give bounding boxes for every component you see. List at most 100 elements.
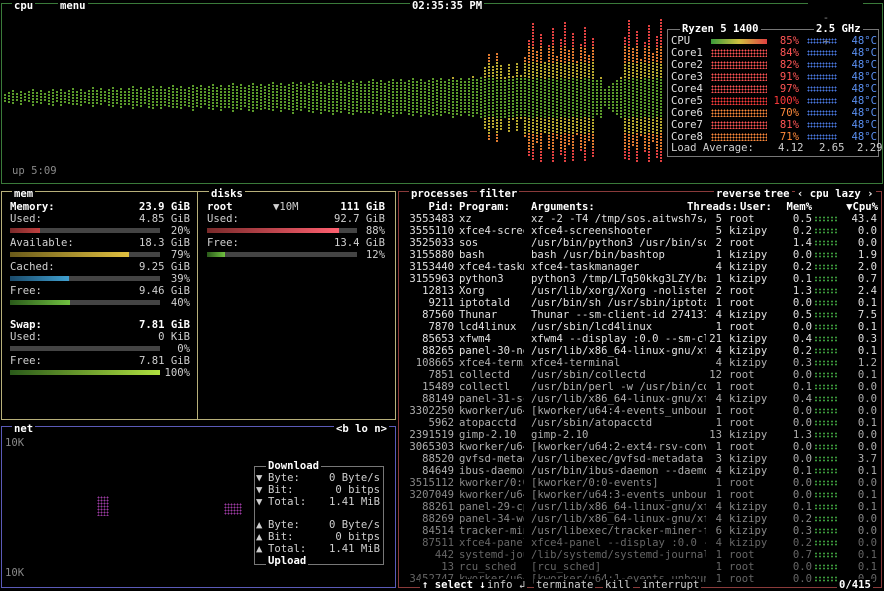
process-mem: 0.4 [792,333,812,345]
process-cpu: 0.1 [857,417,877,429]
core-name: Core7 [671,119,703,131]
process-row[interactable]: 5962 atopacctd/usr/sbin/atopacctd 1 root 0.0… [400,417,880,429]
process-row[interactable]: 87560 Thunar Thunar --sm-client-id 2741313… [400,309,880,321]
core-percent: 70% [779,107,799,119]
load-1: 4.12 [778,142,804,154]
process-threads: 1 [715,561,722,573]
process-row[interactable]: 84649 ibus-daemon/usr/bin/ibus-daemon --d… [400,465,880,477]
process-row[interactable]: 3155963 python3 python3 /tmp/LTq50kkg3LZY/… [400,273,880,285]
kill-button[interactable]: kill [603,579,633,591]
process-row[interactable]: 84514 tracker-miner- /usr/libexec/tracker-… [400,525,880,537]
header-pid[interactable]: Pid: [400,201,454,213]
process-row[interactable]: 442 systemd-journa/lib/systemd/systemd-jo… [400,549,880,561]
process-row[interactable]: 3515112 kworker/0:0-ev [kworker/0:0-events… [400,477,880,489]
process-pid: 15489 [422,381,454,393]
process-threads: 2 [715,237,722,249]
process-mem: 0.0 [792,489,812,501]
process-mem: 0.2 [792,513,812,525]
process-mem: 0.7 [792,549,812,561]
process-pid: 3153440 [409,261,454,273]
process-row[interactable]: 88269 panel-34-workr/usr/lib/x86_64-linux… [400,513,880,525]
process-args: xfce4-panel --display :0.0 --sm [531,537,706,549]
process-user: kizipy [729,525,768,537]
process-row[interactable]: 88520 gvfsd-metadata/usr/libexec/gvfsd-me… [400,453,880,465]
kill-label: kill [605,579,631,591]
process-threads: 1 [715,441,722,453]
process-row[interactable]: 9211 iptotald/usr/bin/sh /usr/sbin/iptota… [400,297,880,309]
process-program: xfce4-taskmana [459,261,524,273]
process-mem: 0.0 [792,321,812,333]
process-row[interactable]: 2391519 gimp-2.10 gimp-2.10 13 kizipy 1.3 0.0 [400,429,880,441]
process-row[interactable]: 7870 lcd4linux/usr/sbin/lcd4linux 1 root 0.0… [400,321,880,333]
net-title: net [12,423,36,435]
disk-root-io: ▼10M [273,201,299,213]
process-row[interactable]: 88149 panel-31-scree/usr/lib/x86_64-linux… [400,393,880,405]
process-threads: 1 [715,321,722,333]
process-row[interactable]: 7851 collectd/usr/sbin/collectd 12 root 0.0 0… [400,369,880,381]
process-row[interactable]: 3553483 xz xz -2 -T4 /tmp/sos.aitwsh7s/sos… [400,213,880,225]
process-args: /usr/lib/x86_64-linux-gnu/xfce4 [531,393,706,405]
tab-sort[interactable]: ‹ cpu lazy › [795,188,876,200]
core-graph [711,121,767,129]
process-row[interactable]: 88265 panel-30-netlo/usr/lib/x86_64-linux… [400,345,880,357]
header-threads[interactable]: Threads: [678,201,738,213]
core-temp: 48°C [851,119,877,131]
process-count: 0/415 [837,579,873,591]
process-pid: 87560 [422,309,454,321]
process-mem: 0.0 [792,249,812,261]
process-row[interactable]: 88261 panel-29-cpugr/usr/lib/x86_64-linux… [400,501,880,513]
disk-free-pct: 12% [365,249,385,261]
process-program: kworker/u64:2- [459,441,524,453]
load-5: 2.65 [819,142,845,154]
process-row[interactable]: 85653 xfwm4 xfwm4 --display :0.0 --sm-clie… [400,333,880,345]
header-program[interactable]: Program: [459,201,524,213]
process-row[interactable]: 3153440 xfce4-taskmana xfce4-taskmanager 4k… [400,261,880,273]
process-cpu: 0.1 [857,369,877,381]
disks-title: disks [209,188,245,200]
process-row[interactable]: 3302250 kworker/u64:4- [kworker/u64:4-even… [400,405,880,417]
process-user: kizipy [729,537,768,549]
process-cpu: 0.1 [857,489,877,501]
process-row[interactable]: 3065303 kworker/u64:2- [kworker/u64:2-ext4… [400,441,880,453]
process-cpu-graph [814,480,838,486]
disk-free-bar [207,252,357,257]
net-arrow: ▲ [256,531,263,543]
tab-filter[interactable]: filter [477,188,520,200]
process-row[interactable]: 87511 xfce4-panel xfce4-panel --display :0… [400,537,880,549]
process-row[interactable]: 108665 xfce4-terminal xfce4-terminal 4 kizip… [400,357,880,369]
process-row[interactable]: 13 rcu_sched [rcu_sched] 1 root 0.0 0.1 [400,561,880,573]
process-user: root [729,561,755,573]
process-args: /usr/sbin/collectd [531,369,646,381]
mem-available-bar [10,252,160,257]
net-controls[interactable]: <b lo n> [334,423,390,435]
process-row[interactable]: 15489 collectl/usr/bin/perl -w /usr/bin/c… [400,381,880,393]
header-mem[interactable]: Mem% [776,201,812,213]
header-user[interactable]: User: [740,201,780,213]
process-pid: 442 [434,549,454,561]
tab-tree[interactable]: tree [762,188,792,200]
process-row[interactable]: 3555110 xfce4-screensh xfce4-screenshooter… [400,225,880,237]
process-cpu: 0.0 [857,381,877,393]
interrupt-button[interactable]: interrupt [640,579,702,591]
net-arrow: ▲ [256,543,263,555]
process-cpu: 0.1 [857,345,877,357]
process-args: /usr/libexec/tracker-miner-fs-3 [531,525,706,537]
process-row[interactable]: 3155880 bash bash /usr/bin/bashtop 1 kizipy 0… [400,249,880,261]
tab-reverse[interactable]: reverse [714,188,763,200]
process-row[interactable]: 12813 Xorg/usr/lib/xorg/Xorg -nolisten tc… [400,285,880,297]
info-button[interactable]: info ↲ [485,579,528,591]
core-temp: 48°C [851,83,877,95]
core-name: Core1 [671,47,703,59]
header-cpu[interactable]: ▼Cpu% [838,201,878,213]
process-row[interactable]: 3207049 kworker/u64:3- [kworker/u64:3-even… [400,489,880,501]
process-threads: 1 [715,549,722,561]
process-row[interactable]: 3525033 sos/usr/bin/python3 /usr/bin/sos … [400,237,880,249]
select-button[interactable]: ↑ select ↓ [420,579,488,591]
process-user: root [729,477,755,489]
mem-available-label: Available: [10,237,74,249]
process-pid: 3525033 [409,237,454,249]
core-percent: 91% [779,71,799,83]
net-stat-label: Bit: [268,484,294,496]
terminate-button[interactable]: terminate [534,579,596,591]
tab-processes[interactable]: processes [409,188,471,200]
